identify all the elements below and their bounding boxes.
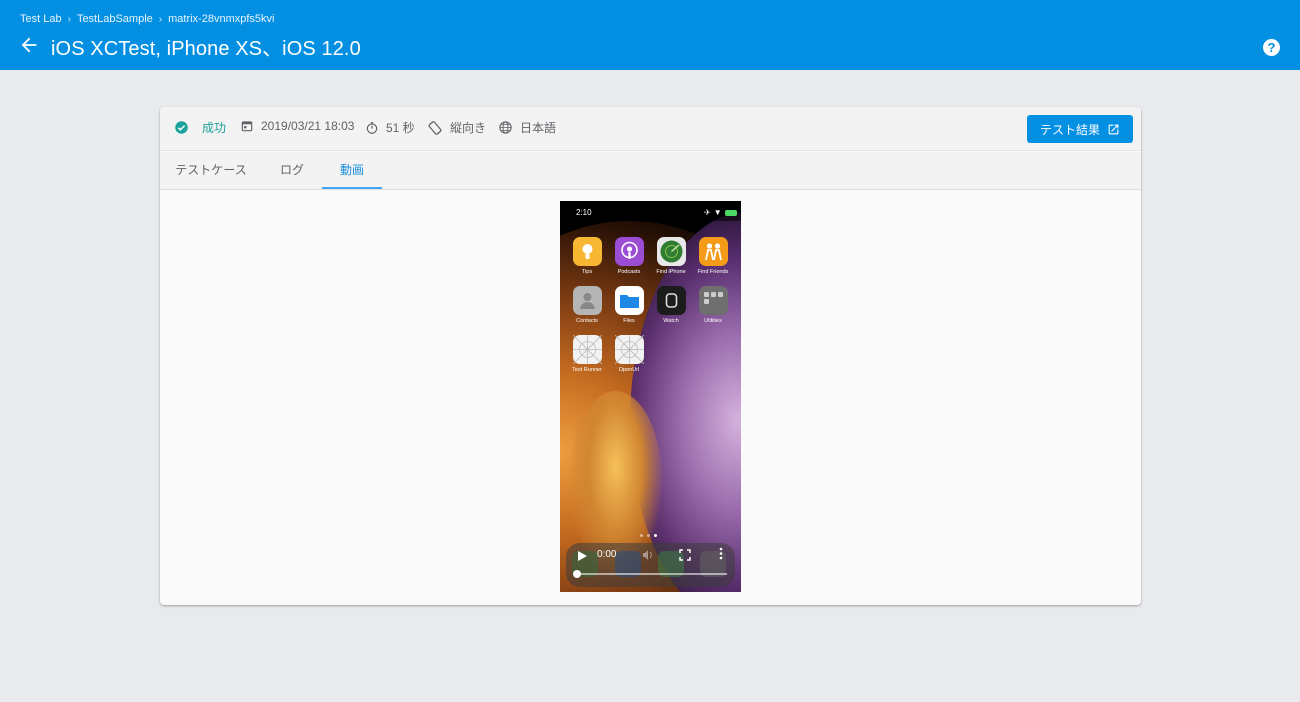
locale-text: 日本語 — [520, 121, 557, 135]
progress-knob[interactable] — [573, 570, 581, 578]
chevron-right-icon: › — [158, 13, 163, 25]
app-label: Podcasts — [617, 269, 641, 275]
chevron-right-icon: › — [67, 13, 71, 25]
current-time: 0:00 — [597, 549, 617, 560]
breadcrumb-item-project[interactable]: TestLabSample — [77, 13, 153, 25]
locale-info: 日本語 — [498, 119, 556, 136]
contacts-icon — [572, 286, 602, 315]
open-in-new-icon — [1108, 124, 1119, 134]
app-watch: Watch — [651, 286, 691, 324]
app-find-iphone: Find iPhone — [651, 237, 691, 275]
check-circle-icon — [175, 121, 188, 134]
video-player[interactable]: 2:10 ✈ ▼ Tips Podcasts Find iPhone Find … — [560, 201, 741, 592]
fullscreen-icon[interactable] — [679, 548, 691, 566]
app-label: Files — [623, 318, 635, 324]
app-label: Find iPhone — [656, 269, 686, 275]
tab-bar: テストケース ログ 動画 — [160, 152, 1141, 190]
test-results-button[interactable]: テスト結果 — [1027, 115, 1133, 143]
app-label: Find Friends — [697, 269, 729, 275]
placeholder-icon — [572, 334, 602, 365]
help-circle-icon[interactable]: ? — [1263, 39, 1280, 56]
top-app-bar: Test Lab › TestLabSample › matrix-28vnmx… — [0, 0, 1300, 70]
tab-logs[interactable]: ログ — [268, 152, 316, 189]
page-title: iOS XCTest, iPhone XS、iOS 12.0 — [51, 38, 361, 60]
placeholder-icon — [614, 334, 644, 365]
app-label: Tips — [581, 269, 593, 275]
status-bar-time: 2:10 — [576, 208, 592, 217]
timer-icon — [366, 121, 378, 134]
orientation-text: 縦向き — [450, 121, 487, 135]
app-label: Test Runner — [572, 367, 602, 373]
back-arrow-icon[interactable] — [18, 34, 40, 56]
battery-icon — [724, 209, 737, 216]
friends-icon — [698, 237, 728, 266]
test-execution-card: 成功 2019/03/21 18:03 51 秒 縦向き 日本語 テスト結果 テ… — [160, 107, 1141, 605]
app-test-runner: Test Runner — [567, 334, 607, 373]
duration-text: 51 秒 — [386, 121, 415, 135]
volume-icon[interactable] — [642, 548, 654, 566]
breadcrumb-item-matrix[interactable]: matrix-28vnmxpfs5kvi — [168, 13, 274, 25]
test-results-label: テスト結果 — [1039, 122, 1100, 137]
play-icon[interactable] — [576, 549, 588, 567]
tab-test-cases[interactable]: テストケース — [170, 152, 252, 189]
status-text: 成功 — [202, 121, 227, 135]
airplane-icon: ✈ — [704, 208, 711, 217]
app-label: Contacts — [576, 318, 598, 324]
breadcrumb-item-test-lab[interactable]: Test Lab — [20, 13, 62, 25]
lightbulb-icon — [572, 237, 602, 266]
more-vert-icon[interactable] — [719, 547, 723, 565]
execution-summary-bar: 成功 2019/03/21 18:03 51 秒 縦向き 日本語 テスト結果 — [160, 107, 1141, 151]
ios-status-bar: 2:10 ✈ ▼ — [560, 201, 741, 221]
datetime-text: 2019/03/21 18:03 — [261, 119, 355, 133]
video-progress-bar[interactable] — [573, 570, 727, 578]
app-openurl: OpenUrl — [609, 334, 649, 373]
app-tips: Tips — [567, 237, 607, 275]
app-label: Utilities — [704, 318, 722, 324]
app-files: Files — [609, 286, 649, 324]
app-contacts: Contacts — [567, 286, 607, 324]
app-find-friends: Find Friends — [693, 237, 733, 275]
utilities-folder-icon — [698, 286, 728, 315]
duration-info: 51 秒 — [365, 119, 415, 136]
video-controls: 0:00 — [566, 543, 735, 587]
watch-icon — [656, 286, 686, 315]
breadcrumb: Test Lab › TestLabSample › matrix-28vnmx… — [20, 13, 274, 25]
status-indicator: 成功 — [174, 119, 226, 136]
calendar-icon — [241, 121, 253, 132]
datetime-info: 2019/03/21 18:03 — [240, 119, 354, 133]
screen-rotation-icon — [428, 120, 442, 135]
page-indicator — [640, 534, 657, 537]
orientation-info: 縦向き — [427, 119, 486, 136]
app-label: Watch — [663, 318, 679, 324]
app-label: OpenUrl — [618, 367, 640, 373]
globe-icon — [499, 121, 512, 134]
radar-icon — [656, 237, 686, 266]
podcast-icon — [614, 237, 644, 266]
wifi-icon: ▼ — [713, 208, 722, 217]
tab-video[interactable]: 動画 — [322, 152, 382, 189]
folder-icon — [614, 286, 644, 315]
app-podcasts: Podcasts — [609, 237, 649, 275]
app-utilities: Utilities — [693, 286, 733, 324]
